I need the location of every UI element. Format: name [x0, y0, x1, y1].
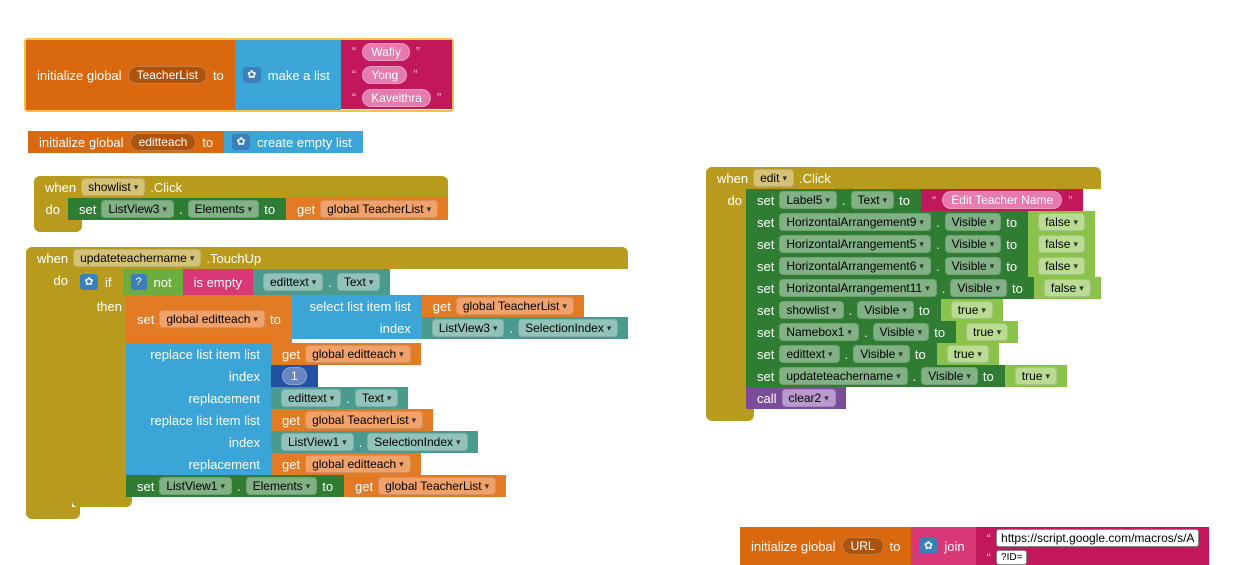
set-listview3-elements[interactable]: set ListView3 . Elements to: [68, 198, 286, 220]
gear-icon[interactable]: ✿: [232, 134, 250, 150]
event-head[interactable]: when edit .Click: [706, 167, 1101, 189]
set-global-editteach[interactable]: set global editteach to select list item…: [126, 295, 628, 343]
list-item-2[interactable]: “ Yong ”: [341, 63, 452, 86]
listview3-selectionindex[interactable]: ListView3 . SelectionIndex: [422, 317, 629, 339]
init-editteach-block[interactable]: initialize global editteach to ✿ create …: [28, 131, 363, 153]
set-ha6-visible[interactable]: set HorizontalArrangement6 . Visible to …: [746, 255, 1101, 277]
select-list-item[interactable]: select list item list: [292, 295, 422, 317]
component-dropdown[interactable]: showlist: [81, 178, 145, 196]
init-teacherlist-block[interactable]: initialize global TeacherList to ✿ make …: [24, 38, 454, 112]
set-namebox1-visible[interactable]: set Namebox1 . Visible to true: [746, 321, 1101, 343]
set-ha11-visible[interactable]: set HorizontalArrangement11 . Visible to…: [746, 277, 1101, 299]
set-updateteachername-visible[interactable]: set updateteachername . Visible to true: [746, 365, 1101, 387]
get-global-teacherlist[interactable]: get global TeacherList: [286, 198, 448, 220]
is-empty-block[interactable]: is empty: [183, 269, 253, 295]
set-showlist-visible[interactable]: set showlist . Visible to true: [746, 299, 1101, 321]
url-input[interactable]: https://script.google.com/macros/s/A: [996, 529, 1199, 547]
edittext-text[interactable]: edittext . Text: [253, 269, 390, 295]
var-url[interactable]: URL: [842, 537, 884, 555]
init-url-block[interactable]: initialize global URL to ✿ join “ https:…: [740, 527, 1209, 565]
create-empty-list[interactable]: ✿ create empty list: [224, 131, 363, 153]
when-showlist-click[interactable]: when showlist .Click do set ListView3 . …: [34, 176, 448, 232]
text-kaveithra[interactable]: Kaveithra: [362, 89, 431, 107]
gear-icon[interactable]: ✿: [919, 538, 937, 554]
set-label5-text[interactable]: set Label5 . Text to “ Edit Teacher Name…: [746, 189, 1101, 211]
event-head[interactable]: when showlist .Click: [34, 176, 448, 198]
get-teacherlist[interactable]: get global TeacherList: [422, 295, 584, 317]
if-block[interactable]: ✿ if ? not is empty edittext . Text: [72, 269, 628, 295]
replace-list-item-editteach[interactable]: replace list item list get global editte…: [126, 343, 628, 409]
var-teacherlist[interactable]: TeacherList: [128, 66, 207, 84]
idq-input[interactable]: ?ID=: [996, 550, 1027, 565]
replace-list-item-teacherlist[interactable]: replace list item list get global Teache…: [126, 409, 628, 475]
set-edittext-visible[interactable]: set edittext . Visible to true: [746, 343, 1101, 365]
text-yong[interactable]: Yong: [362, 66, 407, 84]
init-global-head[interactable]: initialize global TeacherList to: [26, 40, 235, 110]
do-label: do: [34, 198, 68, 220]
set-ha5-visible[interactable]: set HorizontalArrangement5 . Visible to …: [746, 233, 1101, 255]
init-label: initialize global: [37, 68, 122, 83]
init-editteach-head[interactable]: initialize global editteach to: [28, 131, 224, 153]
gear-icon[interactable]: ✿: [80, 274, 98, 290]
do-label: do: [54, 273, 68, 288]
text-wafiy[interactable]: Wafiy: [362, 43, 410, 61]
gear-icon[interactable]: ✿: [243, 67, 261, 83]
list-item-1[interactable]: “ Wafiy ”: [341, 40, 452, 63]
number-1[interactable]: 1: [271, 365, 318, 387]
call-clear2[interactable]: call clear2: [746, 387, 1101, 409]
help-icon[interactable]: ?: [131, 274, 147, 290]
when-edit-click[interactable]: when edit .Click do set Label5 . Text to…: [706, 167, 1101, 421]
when-updateteachername-touchup[interactable]: when updateteachername .TouchUp do ✿ if …: [26, 247, 628, 519]
not-block[interactable]: ? not: [123, 269, 183, 295]
var-editteach[interactable]: editteach: [130, 133, 197, 151]
list-item-3[interactable]: “ Kaveithra ”: [341, 86, 452, 109]
set-ha9-visible[interactable]: set HorizontalArrangement9 . Visible to …: [746, 211, 1101, 233]
to-label: to: [213, 68, 224, 83]
then-label: then: [97, 299, 122, 314]
event-head[interactable]: when updateteachername .TouchUp: [26, 247, 628, 269]
set-listview1-elements[interactable]: set ListView1 . Elements to get global T…: [126, 475, 628, 497]
join-block[interactable]: ✿ join: [911, 527, 975, 565]
make-a-list[interactable]: ✿ make a list: [235, 40, 341, 110]
